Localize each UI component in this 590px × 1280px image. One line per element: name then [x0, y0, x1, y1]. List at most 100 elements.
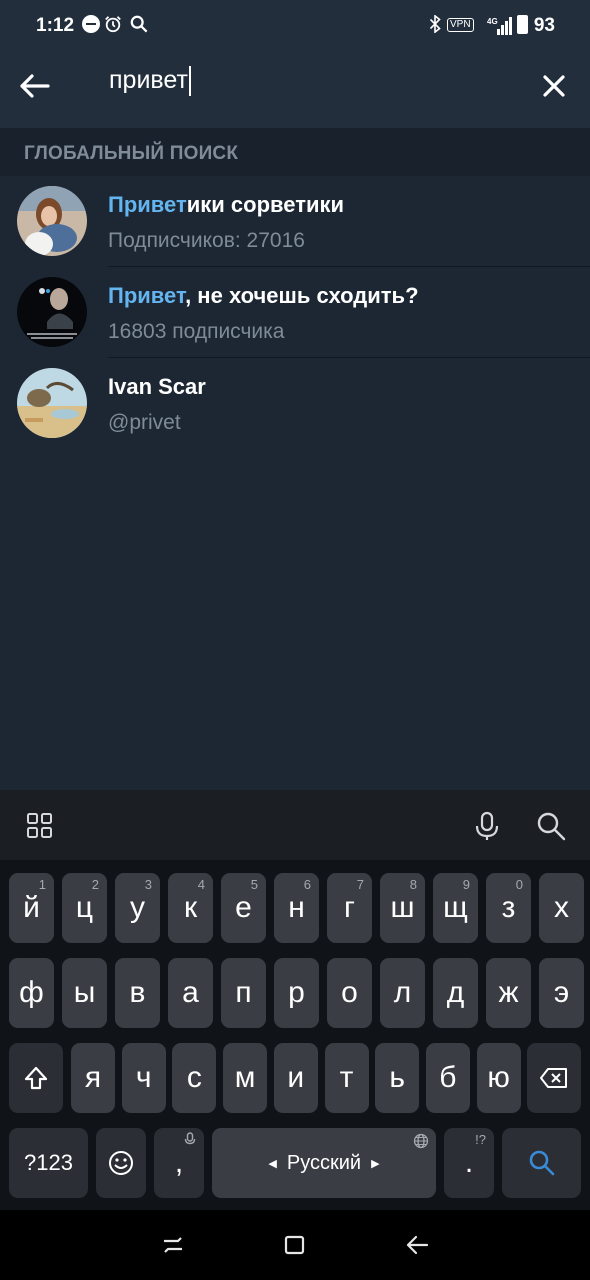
key-letter: ч	[135, 1061, 152, 1094]
period-key[interactable]: !? .	[444, 1128, 494, 1198]
key-letter: б	[439, 1061, 457, 1094]
letter-key[interactable]: ы	[62, 958, 107, 1028]
letter-key[interactable]: 6н	[274, 873, 319, 943]
key-number-hint: 5	[250, 877, 258, 892]
key-letter: г	[344, 891, 355, 924]
letter-key[interactable]: 0з	[486, 873, 531, 943]
emoji-icon	[109, 1151, 133, 1175]
keyboard-search-icon[interactable]	[535, 810, 567, 842]
letter-key[interactable]: 4к	[168, 873, 213, 943]
shift-key[interactable]	[9, 1043, 63, 1113]
microphone-icon[interactable]	[471, 810, 503, 842]
letter-key[interactable]: в	[115, 958, 160, 1028]
letter-key[interactable]: с	[172, 1043, 217, 1113]
letter-key[interactable]: л	[380, 958, 425, 1028]
letter-key[interactable]: м	[223, 1043, 268, 1113]
status-time: 1:12	[36, 15, 75, 36]
letter-key[interactable]: я	[71, 1043, 115, 1113]
result-title: Ivan Scar	[108, 374, 206, 400]
language-left-arrow-icon: ◀	[268, 1157, 277, 1170]
key-letter: о	[341, 976, 358, 1009]
user-avatar	[17, 368, 87, 438]
letter-key[interactable]: 7г	[327, 873, 372, 943]
key-letter: ы	[73, 976, 96, 1009]
system-back-icon[interactable]	[404, 1232, 430, 1258]
key-number-hint: 2	[91, 877, 99, 892]
key-letter: т	[339, 1061, 354, 1094]
letter-key[interactable]: х	[539, 873, 584, 943]
clear-search-icon[interactable]	[534, 66, 574, 106]
letter-key[interactable]: ю	[476, 1043, 521, 1113]
key-letter: п	[235, 976, 252, 1009]
key-letter: д	[446, 976, 465, 1009]
key-letter: у	[130, 891, 145, 924]
letter-key[interactable]: ж	[486, 958, 531, 1028]
letter-key[interactable]: 9щ	[433, 873, 478, 943]
key-letter: м	[234, 1061, 256, 1094]
home-button-icon[interactable]	[282, 1232, 308, 1258]
letter-key[interactable]: д	[433, 958, 478, 1028]
letter-key[interactable]: р	[274, 958, 319, 1028]
recent-apps-icon[interactable]	[160, 1232, 186, 1258]
alarm-icon	[105, 16, 121, 33]
section-header-global-search: ГЛОБАЛЬНЫЙ ПОИСК	[0, 128, 590, 176]
result-subtitle: 16803 подписчика	[108, 320, 285, 343]
letter-key[interactable]: ь	[375, 1043, 420, 1113]
key-number-hint: 6	[303, 877, 311, 892]
key-letter: щ	[443, 891, 468, 924]
key-letter: э	[553, 976, 570, 1009]
back-arrow-icon[interactable]	[14, 66, 54, 106]
result-title-rest: ики сорветики	[186, 192, 345, 217]
key-letter: и	[287, 1061, 305, 1094]
backspace-key[interactable]	[527, 1043, 581, 1113]
emoji-key[interactable]	[96, 1128, 146, 1198]
backspace-icon	[540, 1068, 567, 1088]
search-result-row[interactable]: Привет, не хочешь сходить? 16803 подписч…	[0, 267, 590, 358]
do-not-disturb-icon	[82, 15, 100, 33]
key-letter: а	[182, 976, 199, 1009]
search-query-text: привет	[109, 66, 188, 94]
battery-icon	[517, 15, 528, 34]
search-input[interactable]: привет	[109, 66, 509, 106]
letter-key[interactable]: 8ш	[380, 873, 425, 943]
result-title-rest: Ivan Scar	[108, 374, 206, 399]
result-subtitle: Подписчиков: 27016	[108, 229, 305, 252]
result-title: Приветики сорветики	[108, 192, 344, 218]
comma-mic-hint-icon	[184, 1132, 196, 1145]
letter-key[interactable]: э	[539, 958, 584, 1028]
search-header: привет	[0, 44, 590, 128]
letter-key[interactable]: т	[324, 1043, 369, 1113]
search-action-key[interactable]	[502, 1128, 581, 1198]
telegram-search-screen: 1:12 VPN 4G 93 привет ГЛОБАЛЬНЫЙ ПОИСК П…	[0, 0, 590, 1280]
letter-key[interactable]: ч	[121, 1043, 166, 1113]
letter-key[interactable]: о	[327, 958, 372, 1028]
keyboard-apps-grid-icon[interactable]	[24, 810, 56, 842]
key-letter: ю	[487, 1061, 510, 1094]
letter-key[interactable]: 2ц	[62, 873, 107, 943]
key-letter: ш	[390, 891, 415, 924]
key-number-hint: 7	[356, 877, 364, 892]
letter-key[interactable]: ф	[9, 958, 54, 1028]
letter-key[interactable]: 5е	[221, 873, 266, 943]
search-results-list: Приветики сорветики Подписчиков: 27016 П…	[0, 176, 590, 449]
result-title-match: Привет	[108, 192, 187, 217]
letter-key[interactable]: б	[425, 1043, 470, 1113]
letter-key[interactable]: 3у	[115, 873, 160, 943]
search-action-icon	[529, 1150, 554, 1176]
text-cursor	[188, 66, 191, 97]
letter-key[interactable]: п	[221, 958, 266, 1028]
status-bar: 1:12 VPN 4G 93	[0, 0, 590, 44]
letter-key[interactable]: а	[168, 958, 213, 1028]
key-letter: л	[393, 976, 412, 1009]
symbols-key[interactable]: ?123	[9, 1128, 88, 1198]
key-letter: х	[554, 891, 569, 924]
letter-key[interactable]: 1й	[9, 873, 54, 943]
key-letter: ф	[19, 976, 44, 1009]
search-result-row[interactable]: Ivan Scar @privet	[0, 358, 590, 449]
letter-key[interactable]: и	[273, 1043, 318, 1113]
search-result-row[interactable]: Приветики сорветики Подписчиков: 27016	[0, 176, 590, 267]
globe-icon	[413, 1133, 429, 1149]
result-subtitle: @privet	[108, 411, 181, 434]
comma-key[interactable]: ,	[154, 1128, 204, 1198]
space-key[interactable]: ◀ Русский ▶	[212, 1128, 436, 1198]
